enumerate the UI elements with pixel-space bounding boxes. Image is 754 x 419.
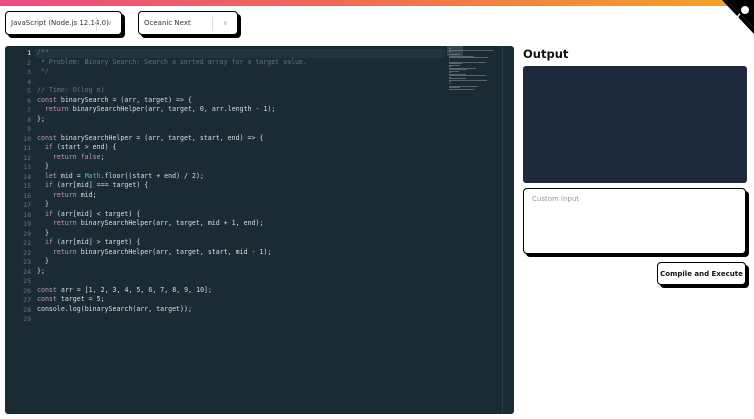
line-number: 29 (23, 315, 31, 323)
vertical-scrollbar[interactable] (502, 46, 514, 414)
chevron-down-icon: ∨ (222, 19, 228, 27)
code-line: return binarySearchHelper(arr, target, s… (52, 247, 272, 256)
code-editor[interactable]: 1 2 3 4 5 6 7 8 9 10 11 12 13 14 15 16 17 18 19 20 21 22 23 24 2… (5, 46, 514, 414)
minimap-line (449, 49, 493, 51)
github-corner-icon[interactable] (712, 0, 754, 42)
line-number: 3 (27, 68, 31, 76)
line-number: 26 (23, 286, 31, 295)
code-line: // Time: O(log n) (37, 86, 105, 94)
line-number: 1 (27, 49, 31, 57)
minimap-line (449, 82, 451, 84)
compile-and-execute-button[interactable]: Compile and Execute (657, 262, 746, 285)
code-line: return false; (52, 152, 105, 161)
line-number: 12 (23, 153, 31, 162)
minimap-line (449, 58, 451, 60)
line-number: 21 (23, 239, 31, 247)
line-number: 28 (23, 305, 31, 314)
line-number: 24 (23, 267, 31, 276)
code-line: if (start > end) { (44, 143, 117, 151)
code-line: * Problem: Binary Search: Search a sorte… (37, 57, 307, 66)
line-number: 8 (27, 115, 31, 124)
language-select[interactable]: JavaScript (Node.js 12.14.0) ∨ (5, 11, 122, 35)
top-gradient-bar (0, 0, 754, 6)
line-number: 6 (27, 96, 31, 105)
line-number: 18 (23, 210, 31, 219)
minimap-line (449, 51, 451, 52)
line-number: 27 (23, 296, 31, 304)
select-separator (212, 17, 213, 31)
line-number: 14 (23, 172, 31, 181)
code-line: return binarySearchHelper(arr, target, m… (52, 219, 264, 227)
code-line: if (arr[mid] === target) { (44, 181, 149, 189)
code-line: let mid = Math.floor((start + end) / 2); (44, 171, 204, 180)
code-line: */ (37, 67, 49, 75)
line-number: 15 (23, 182, 31, 190)
line-number: 9 (27, 125, 31, 133)
line-number: 2 (27, 58, 31, 67)
theme-select-value: Oceanic Next (144, 19, 191, 27)
line-number: 17 (23, 201, 31, 209)
code-line: /** (37, 48, 49, 56)
line-number: 16 (23, 191, 31, 200)
code-line: const arr = [1, 2, 3, 4, 5, 6, 7, 8, 9, … (37, 285, 212, 294)
chevron-down-icon: ∨ (106, 19, 112, 27)
line-number-gutter: 1 2 3 4 5 6 7 8 9 10 11 12 13 14 15 16 17 18 19 20 21 22 23 24 2… (5, 46, 35, 414)
code-line: } (37, 228, 49, 237)
output-panel (523, 66, 747, 183)
code-line: } (37, 200, 49, 208)
output-title: Output (523, 47, 569, 61)
code-line: if (arr[mid] > target) { (44, 238, 141, 246)
code-line: const binarySearchHelper = (arr, target,… (37, 133, 264, 142)
line-number: 7 (27, 106, 31, 114)
line-number: 20 (23, 229, 31, 238)
line-number: 4 (27, 77, 31, 86)
line-number: 11 (23, 144, 31, 152)
minimap-line (449, 75, 487, 76)
language-select-value: JavaScript (Node.js 12.14.0) (11, 19, 109, 27)
code-line: const binarySearch = (arr, target) => { (37, 95, 192, 104)
minimap-line (449, 57, 488, 58)
minimap-line (449, 79, 488, 81)
code-line: console.log(binarySearch(arr, target)); (37, 304, 192, 313)
theme-select[interactable]: Oceanic Next ∨ (138, 11, 238, 35)
line-number: 23 (23, 258, 31, 266)
code-line: } (37, 257, 49, 265)
code-line: const target = 5; (37, 295, 105, 303)
code-line: return mid; (52, 190, 97, 199)
custom-input-field[interactable] (523, 188, 746, 254)
minimap-line (449, 88, 475, 90)
minimap[interactable] (447, 46, 497, 414)
code-line: }; (37, 114, 45, 123)
code-line: if (arr[mid] < target) { (44, 209, 141, 218)
line-number: 22 (23, 248, 31, 257)
select-separator (96, 17, 97, 31)
line-number: 5 (27, 87, 31, 95)
line-number: 10 (23, 134, 31, 143)
line-number: 13 (23, 163, 31, 171)
code-line: } (37, 162, 49, 170)
line-number: 25 (23, 277, 31, 285)
code-line: }; (37, 266, 45, 275)
line-number: 19 (23, 220, 31, 228)
code-line: return binarySearchHelper(arr, target, 0… (44, 105, 276, 113)
